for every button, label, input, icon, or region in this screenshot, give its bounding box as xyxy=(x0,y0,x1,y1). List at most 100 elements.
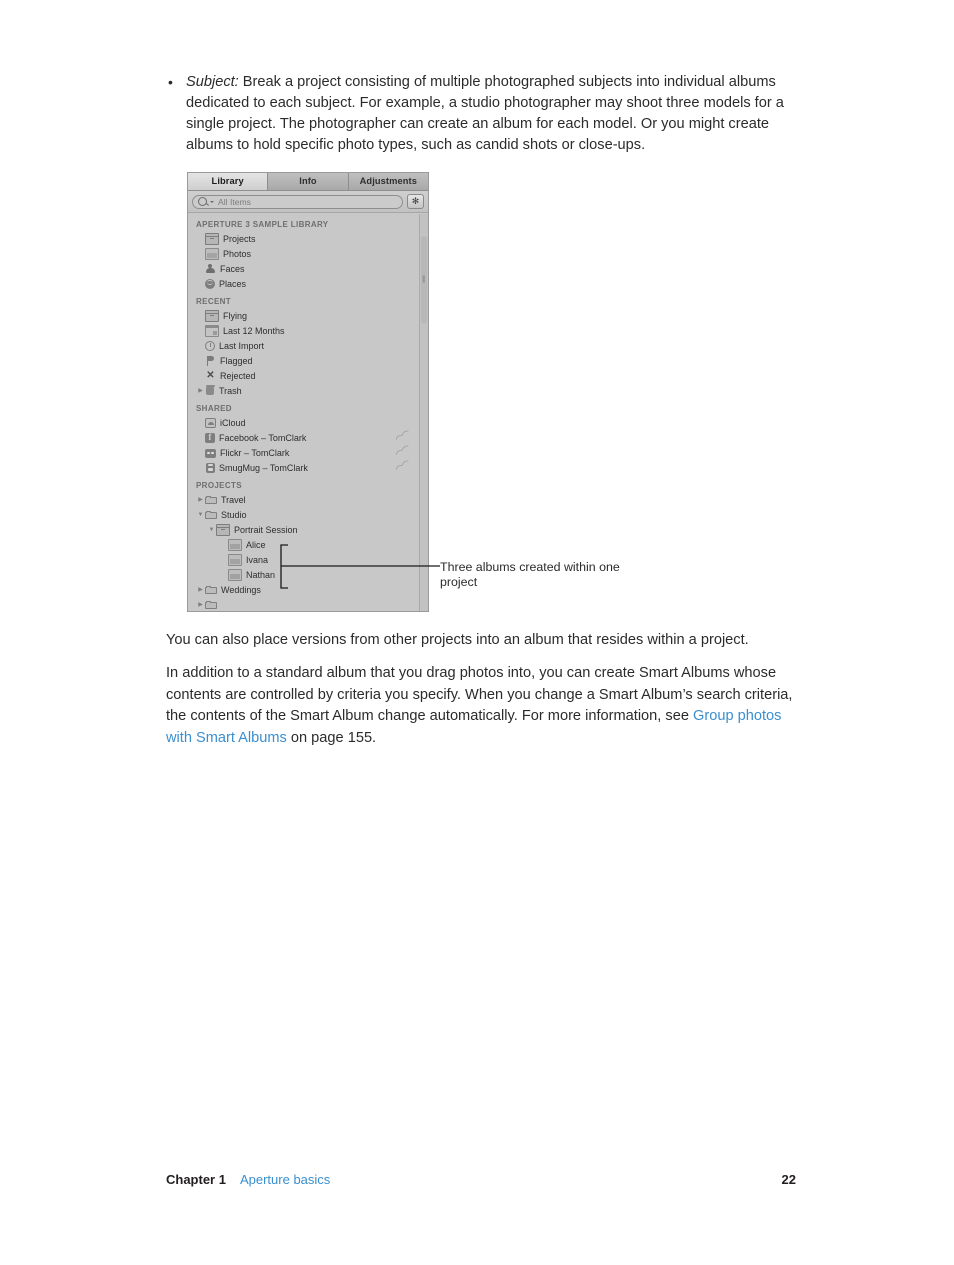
disclosure-placeholder: ▶ xyxy=(196,250,205,257)
chevron-down-icon[interactable] xyxy=(210,200,214,203)
source-item-label: SmugMug – TomClark xyxy=(219,462,308,473)
source-item-projects[interactable]: ▶ Projects xyxy=(188,231,428,246)
source-item-flagged[interactable]: ▶ Flagged xyxy=(188,353,428,368)
paragraph-text-after-link: on page 155. xyxy=(286,729,377,746)
disclosure-placeholder: ▶ xyxy=(196,449,205,456)
share-wifi-icon: ⌒⌒ xyxy=(394,429,413,446)
share-wifi-icon: ⌒⌒ xyxy=(394,444,413,461)
tab-library[interactable]: Library xyxy=(188,173,269,190)
disclosure-triangle-collapsed-icon[interactable]: ▶ xyxy=(196,586,205,593)
source-item-icloud[interactable]: ▶ iCloud xyxy=(188,415,428,430)
search-placeholder: All Items xyxy=(218,196,251,207)
folder-icon xyxy=(205,495,217,505)
source-item-trash[interactable]: ▶ Trash xyxy=(188,383,428,398)
group-header-recent: RECENT xyxy=(196,297,231,306)
clock-icon xyxy=(205,340,215,351)
paragraph-place-versions: You can also place versions from other p… xyxy=(166,632,749,648)
facebook-icon xyxy=(205,432,215,443)
disclosure-placeholder: ▶ xyxy=(196,235,205,242)
source-item-label: Flickr – TomClark xyxy=(220,447,290,458)
disclosure-triangle-expanded-icon[interactable]: ▼ xyxy=(196,512,205,518)
folder-icon xyxy=(205,585,217,595)
group-header-library: APERTURE 3 SAMPLE LIBRARY xyxy=(196,220,329,229)
disclosure-triangle-expanded-icon[interactable]: ▼ xyxy=(207,527,216,533)
smugmug-icon xyxy=(206,462,215,473)
tab-info[interactable]: Info xyxy=(268,173,349,190)
folder-icon xyxy=(205,600,217,610)
places-icon xyxy=(205,278,215,289)
projects-icon xyxy=(205,232,219,245)
disclosure-placeholder: ▶ xyxy=(196,342,205,349)
source-item-label: Rejected xyxy=(220,370,256,381)
source-item-flickr[interactable]: ▶ Flickr – TomClark ⌒⌒ xyxy=(188,445,428,460)
search-input[interactable]: All Items xyxy=(192,194,403,209)
footer-chapter-title-link[interactable]: Aperture basics xyxy=(240,1172,330,1187)
bullet-list: • Subject: Break a project consisting of … xyxy=(166,72,794,156)
source-item-photos[interactable]: ▶ Photos xyxy=(188,246,428,261)
disclosure-triangle-collapsed-icon[interactable]: ▶ xyxy=(196,387,205,394)
disclosure-placeholder: ▶ xyxy=(196,265,205,272)
disclosure-placeholder: ▶ xyxy=(196,419,205,426)
photos-icon xyxy=(205,247,219,260)
source-item-faces[interactable]: ▶ Faces xyxy=(188,261,428,276)
list-item: • Subject: Break a project consisting of … xyxy=(166,72,794,156)
source-item-label: iCloud xyxy=(220,417,246,428)
bullet-marker: • xyxy=(168,74,173,90)
disclosure-placeholder: ▶ xyxy=(219,541,228,548)
flag-icon xyxy=(205,355,216,366)
reject-x-icon: ✕ xyxy=(206,370,215,381)
source-item-label: Facebook – TomClark xyxy=(219,432,307,443)
source-item-label: Travel xyxy=(221,494,246,505)
bullet-text: Break a project consisting of multiple p… xyxy=(186,74,784,153)
source-item-label: Ivana xyxy=(246,554,269,565)
paragraph-smart-albums: In addition to a standard album that you… xyxy=(166,663,796,749)
disclosure-placeholder: ▶ xyxy=(196,357,205,364)
footer-chapter: Chapter 1 xyxy=(166,1172,226,1187)
source-item-rejected[interactable]: ▶ ✕ Rejected xyxy=(188,368,428,383)
source-item-last-import[interactable]: ▶ Last Import xyxy=(188,338,428,353)
source-item-label: Trash xyxy=(219,385,242,396)
document-page: • Subject: Break a project consisting of … xyxy=(0,0,954,1265)
share-wifi-icon: ⌒⌒ xyxy=(394,459,413,476)
folder-icon xyxy=(205,510,217,520)
source-item-label: Photos xyxy=(223,248,252,259)
source-item-places[interactable]: ▶ Places xyxy=(188,276,428,291)
source-item-flying[interactable]: ▶ Flying xyxy=(188,308,428,323)
disclosure-triangle-collapsed-icon[interactable]: ▶ xyxy=(196,601,205,608)
icloud-icon xyxy=(205,417,216,428)
page-footer: Chapter 1 Aperture basics 22 xyxy=(166,1172,796,1187)
source-item-label: Alice xyxy=(246,539,266,550)
album-icon xyxy=(228,568,242,581)
source-item-label: Weddings xyxy=(221,584,261,595)
trash-icon xyxy=(205,385,215,396)
album-icon xyxy=(228,553,242,566)
source-item-label: Faces xyxy=(220,263,245,274)
group-header-projects: PROJECTS xyxy=(196,481,242,490)
flickr-icon xyxy=(205,448,216,458)
source-item-label: Flying xyxy=(223,310,248,321)
faces-icon xyxy=(205,263,216,274)
source-item-label: Places xyxy=(219,278,247,289)
disclosure-placeholder: ▶ xyxy=(196,280,205,287)
source-item-portrait-session[interactable]: ▼ Portrait Session xyxy=(188,522,428,537)
search-row: All Items ✻ xyxy=(188,191,428,213)
project-icon xyxy=(205,309,219,322)
source-item-facebook[interactable]: ▶ Facebook – TomClark ⌒⌒ xyxy=(188,430,428,445)
source-item-last-12-months[interactable]: ▶ Last 12 Months xyxy=(188,323,428,338)
source-item-travel[interactable]: ▶ Travel xyxy=(188,492,428,507)
disclosure-placeholder: ▶ xyxy=(196,312,205,319)
search-icon xyxy=(198,197,207,206)
source-item-label: Portrait Session xyxy=(234,524,298,535)
tab-adjustments[interactable]: Adjustments xyxy=(348,173,428,190)
scrollbar-grip-icon: ||| xyxy=(422,276,425,283)
source-item-label: Last 12 Months xyxy=(223,325,285,336)
disclosure-placeholder: ▶ xyxy=(196,464,205,471)
source-item-smugmug[interactable]: ▶ SmugMug – TomClark ⌒⌒ xyxy=(188,460,428,475)
action-menu-button[interactable]: ✻ xyxy=(407,194,424,209)
calendar-icon xyxy=(205,324,219,337)
source-item-studio[interactable]: ▼ Studio xyxy=(188,507,428,522)
disclosure-placeholder: ▶ xyxy=(196,372,205,379)
bullet-term: Subject: xyxy=(186,74,239,90)
footer-page-number: 22 xyxy=(781,1172,796,1187)
disclosure-triangle-collapsed-icon[interactable]: ▶ xyxy=(196,496,205,503)
